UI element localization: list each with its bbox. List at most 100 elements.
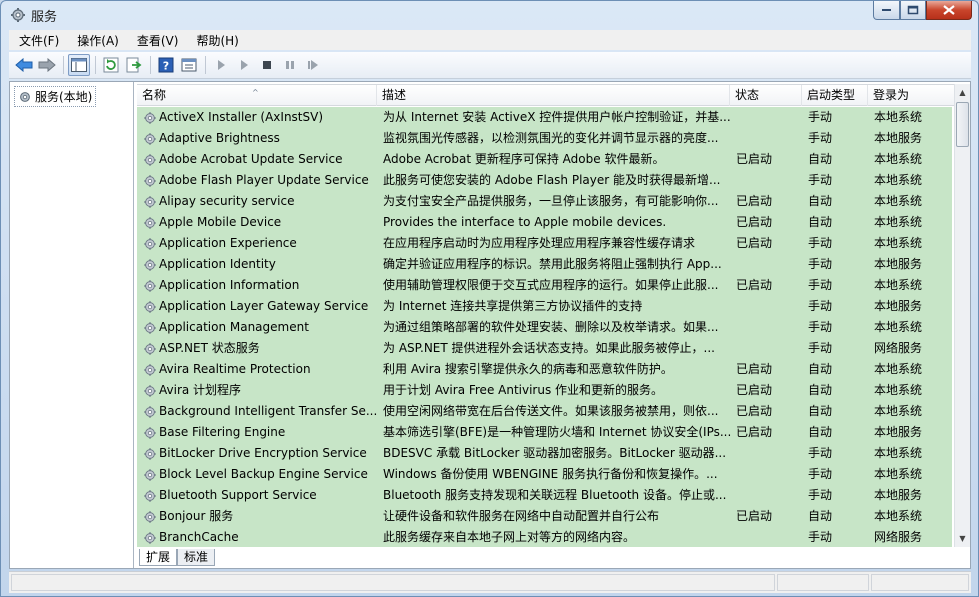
close-button[interactable]	[926, 1, 972, 20]
forward-button[interactable]	[36, 54, 58, 76]
table-row[interactable]: BranchCache 此服务缓存来自本地子网上对等方的网络内容。 手动 网络服务	[137, 527, 952, 547]
service-logon-as: 本地系统	[874, 236, 923, 250]
maximize-button[interactable]	[900, 1, 926, 20]
service-startup-type: 手动	[808, 173, 833, 187]
table-row[interactable]: Avira 计划程序 用于计划 Avira Free Antivirus 作业和更…	[137, 380, 952, 401]
scroll-down-icon[interactable]: ▼	[955, 530, 970, 547]
table-row[interactable]: Adobe Acrobat Update Service Adobe Acroba…	[137, 149, 952, 170]
menu-view[interactable]: 查看(V)	[127, 32, 187, 49]
back-button[interactable]	[13, 54, 35, 76]
service-logon-as: 本地系统	[874, 362, 923, 376]
tab-extended[interactable]: 扩展	[139, 549, 178, 566]
refresh-icon	[103, 57, 119, 73]
service-gear-icon	[144, 237, 156, 250]
help-icon: ?	[158, 57, 174, 73]
service-description: 使用空闲网络带宽在后台传送文件。如果该服务被禁用，则依...	[383, 404, 719, 418]
window-title: 服务	[31, 10, 58, 25]
column-header-startup-type[interactable]: 启动类型	[802, 85, 868, 106]
service-status: 已启动	[736, 236, 773, 250]
table-row[interactable]: Adobe Flash Player Update Service 此服务可使您安…	[137, 170, 952, 191]
refresh-button[interactable]	[100, 54, 122, 76]
column-header-description[interactable]: 描述	[377, 85, 730, 106]
start-service-icon	[218, 60, 225, 70]
table-row[interactable]: Application Layer Gateway Service 为 Inter…	[137, 296, 952, 317]
service-name: ASP.NET 状态服务	[159, 341, 260, 355]
table-row[interactable]: Bluetooth Support Service Bluetooth 服务支持发…	[137, 485, 952, 506]
title-bar[interactable]: 服务	[1, 1, 978, 29]
table-row[interactable]: Application Experience 在应用程序启动时为应用程序处理应用程…	[137, 233, 952, 254]
minimize-icon	[881, 9, 891, 11]
stop-service-button[interactable]	[256, 54, 278, 76]
service-name-cell: Application Management	[143, 317, 379, 338]
start-service-alt-button[interactable]	[233, 54, 255, 76]
service-gear-icon	[144, 216, 156, 229]
table-row[interactable]: Background Intelligent Transfer Se... 使用空…	[137, 401, 952, 422]
restart-service-icon	[308, 60, 318, 70]
service-description: 在应用程序启动时为应用程序处理应用程序兼容性缓存请求	[383, 236, 696, 250]
service-status: 已启动	[736, 215, 773, 229]
service-name: Adobe Flash Player Update Service	[159, 173, 369, 187]
help-button[interactable]: ?	[155, 54, 177, 76]
service-description: 基本筛选引擎(BFE)是一种管理防火墙和 Internet 协议安全(IPs..…	[383, 425, 731, 439]
service-gear-icon	[144, 363, 156, 376]
table-row[interactable]: Bonjour 服务 让硬件设备和软件服务在网络中自动配置并自行公布 已启动 自动 本地…	[137, 506, 952, 527]
column-header-status[interactable]: 状态	[730, 85, 802, 106]
service-description: 此服务缓存来自本地子网上对等方的网络内容。	[383, 530, 636, 544]
table-row[interactable]: Base Filtering Engine 基本筛选引擎(BFE)是一种管理防火墙…	[137, 422, 952, 443]
tab-standard[interactable]: 标准	[177, 549, 216, 566]
tree-item-services-local[interactable]: 服务(本地)	[14, 86, 97, 107]
service-name: BitLocker Drive Encryption Service	[159, 446, 367, 460]
scrollbar-thumb[interactable]	[956, 102, 969, 147]
column-header-logon-as[interactable]: 登录为	[868, 85, 954, 106]
properties-icon	[181, 58, 197, 72]
restart-service-button[interactable]	[302, 54, 324, 76]
table-row[interactable]: Application Information 使用辅助管理权限便于交互式应用程序…	[137, 275, 952, 296]
services-table-body: ActiveX Installer (AxInstSV) 为从 Internet …	[137, 107, 952, 547]
menu-file[interactable]: 文件(F)	[9, 32, 67, 49]
service-logon-as: 本地系统	[874, 194, 923, 208]
service-gear-icon	[144, 195, 156, 208]
toolbar: ?	[9, 52, 971, 79]
column-header-name[interactable]: 名称 ^	[137, 85, 377, 106]
table-row[interactable]: ASP.NET 状态服务 为 ASP.NET 提供进程外会话状态支持。如果此服务被…	[137, 338, 952, 359]
service-description: Bluetooth 服务支持发现和关联远程 Bluetooth 设备。停止或..…	[383, 488, 727, 502]
export-list-button[interactable]	[123, 54, 145, 76]
service-description: 监视氛围光传感器，以检测氛围光的变化并调节显示器的亮度...	[383, 131, 719, 145]
toolbar-separator	[205, 56, 206, 74]
start-service-alt-icon	[241, 60, 248, 70]
show-hide-console-tree-button[interactable]	[68, 54, 90, 76]
service-startup-type: 手动	[808, 110, 833, 124]
service-name: Application Layer Gateway Service	[159, 299, 369, 313]
table-row[interactable]: Adaptive Brightness 监视氛围光传感器，以检测氛围光的变化并调节…	[137, 128, 952, 149]
service-name-cell: Base Filtering Engine	[143, 422, 379, 443]
service-name-cell: Application Information	[143, 275, 379, 296]
service-gear-icon	[144, 384, 156, 397]
service-name-cell: Background Intelligent Transfer Se...	[143, 401, 379, 422]
table-row[interactable]: Application Management 为通过组策略部署的软件处理安装、删除…	[137, 317, 952, 338]
table-row[interactable]: ActiveX Installer (AxInstSV) 为从 Internet …	[137, 107, 952, 128]
service-gear-icon	[144, 174, 156, 187]
table-row[interactable]: Alipay security service 为支付宝安全产品提供服务，一旦停止…	[137, 191, 952, 212]
table-row[interactable]: Apple Mobile Device Provides the interfac…	[137, 212, 952, 233]
service-startup-type: 手动	[808, 467, 833, 481]
table-row[interactable]: Application Identity 确定并验证应用程序的标识。禁用此服务将阻…	[137, 254, 952, 275]
service-logon-as: 本地服务	[874, 131, 923, 145]
service-startup-type: 手动	[808, 299, 833, 313]
menu-action[interactable]: 操作(A)	[67, 32, 127, 49]
back-icon	[15, 58, 33, 72]
pause-service-button[interactable]	[279, 54, 301, 76]
minimize-button[interactable]	[873, 1, 900, 20]
table-row[interactable]: BitLocker Drive Encryption Service BDESVC…	[137, 443, 952, 464]
service-name: BranchCache	[159, 530, 239, 544]
table-row[interactable]: Avira Realtime Protection 利用 Avira 搜索引擎提供…	[137, 359, 952, 380]
pause-service-icon	[286, 61, 294, 69]
table-row[interactable]: Block Level Backup Engine Service Windows…	[137, 464, 952, 485]
vertical-scrollbar[interactable]: ▲ ▼	[954, 84, 970, 547]
properties-button[interactable]	[178, 54, 200, 76]
service-description: 使用辅助管理权限便于交互式应用程序的运行。如果停止此服...	[383, 278, 719, 292]
service-gear-icon	[144, 342, 156, 355]
service-logon-as: 本地系统	[874, 173, 923, 187]
start-service-button[interactable]	[210, 54, 232, 76]
menu-help[interactable]: 帮助(H)	[186, 32, 246, 49]
scroll-up-icon[interactable]: ▲	[955, 84, 970, 101]
